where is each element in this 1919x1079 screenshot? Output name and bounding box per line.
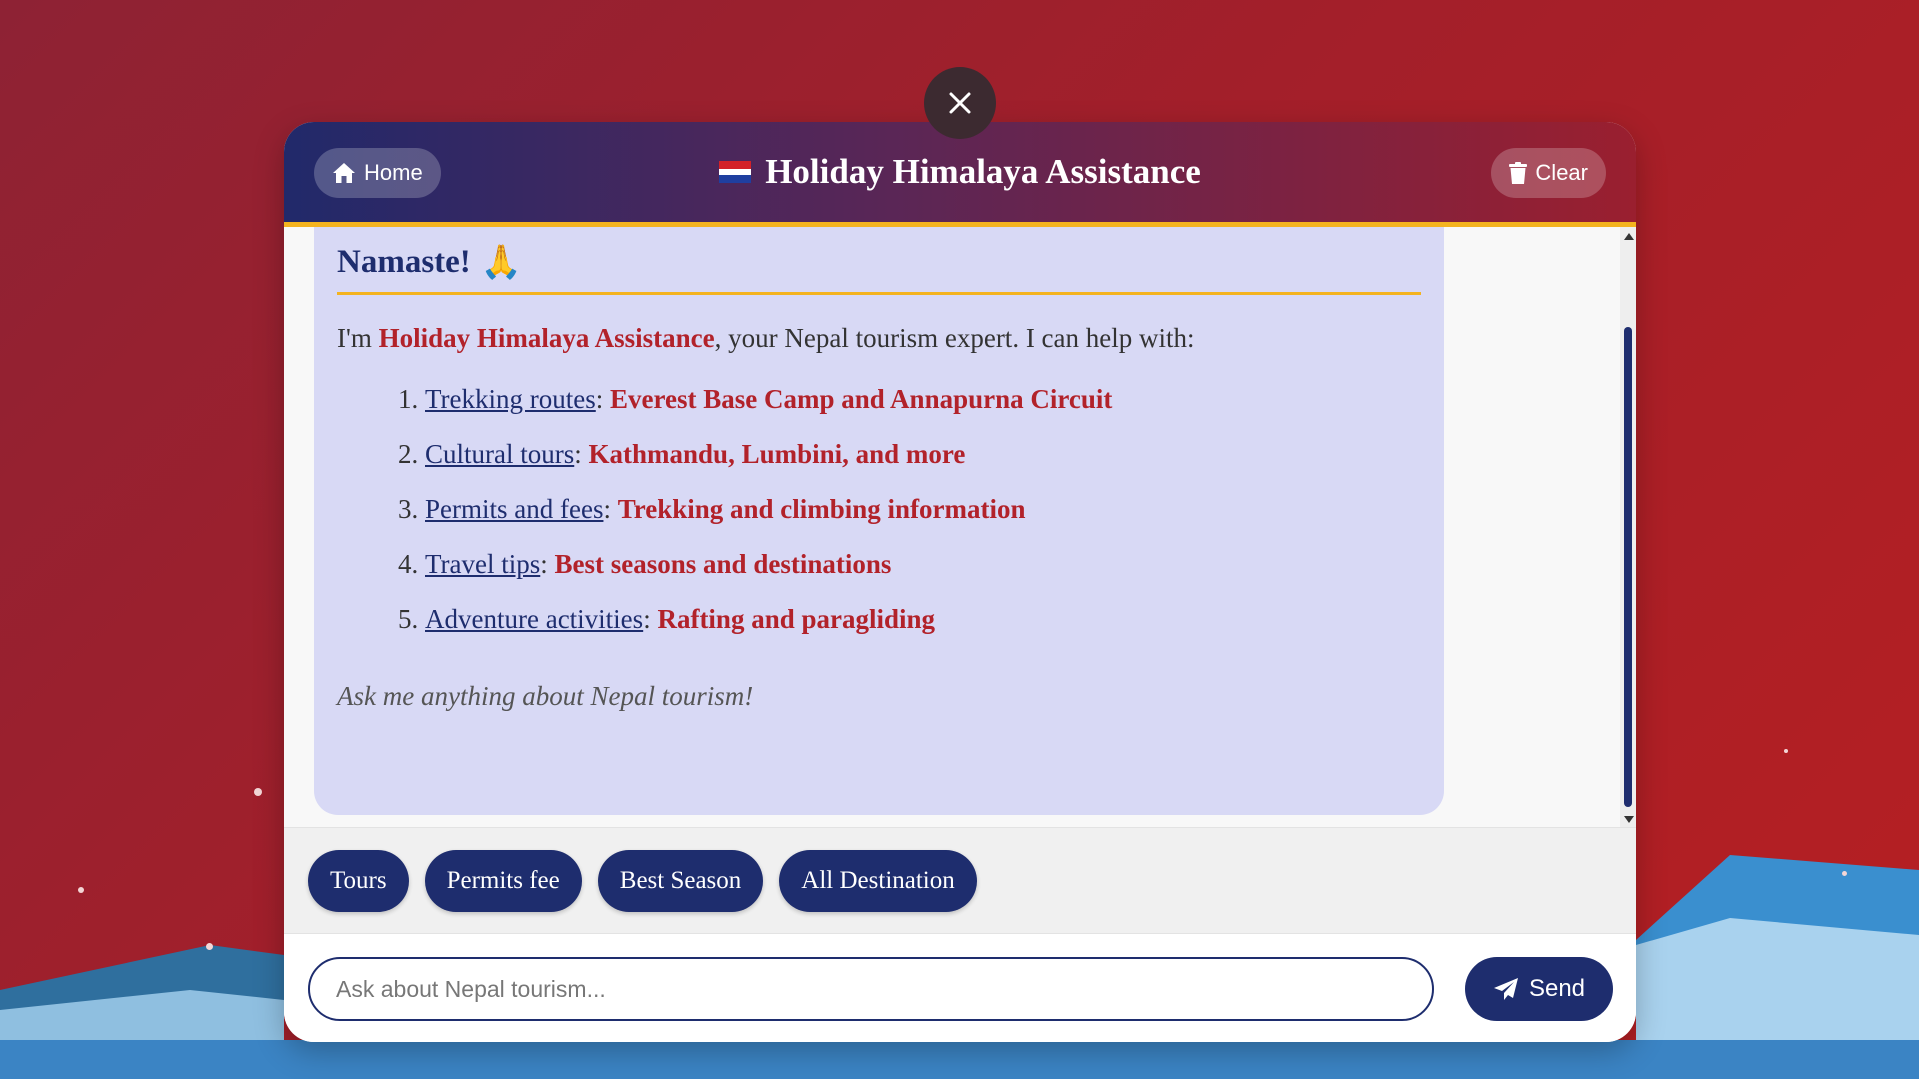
topic-link[interactable]: Cultural tours (425, 439, 574, 469)
star (206, 943, 213, 950)
send-label: Send (1528, 975, 1586, 1002)
topic-detail: Everest Base Camp and Annapurna Circuit (610, 384, 1113, 414)
greeting-heading: Namaste! 🙏 (337, 243, 1420, 282)
greeting-text: Namaste! (337, 244, 471, 280)
page-title: Holiday Himalaya Assistance (765, 152, 1201, 191)
divider (337, 292, 1421, 295)
star (1842, 871, 1847, 876)
topic-detail: Kathmandu, Lumbini, and more (588, 439, 966, 469)
quick-replies: Tours Permits fee Best Season All Destin… (284, 827, 1636, 933)
paper-plane-icon (1493, 978, 1518, 1000)
topic-link[interactable]: Travel tips (425, 549, 540, 579)
close-button[interactable] (924, 67, 996, 139)
praying-hands-icon: 🙏 (480, 245, 522, 281)
topic-link[interactable]: Trekking routes (425, 384, 596, 414)
send-button[interactable]: Send (1465, 957, 1613, 1021)
chat-window: Home Holiday Himalaya Assistance Clear N… (284, 122, 1636, 1042)
close-icon (949, 92, 971, 114)
star (78, 887, 84, 893)
quick-reply-tours[interactable]: Tours (308, 849, 409, 912)
chat-messages[interactable]: Namaste! 🙏 I'm Holiday Himalaya Assistan… (284, 227, 1636, 827)
scroll-up-arrow-icon[interactable] (1624, 233, 1634, 240)
list-item: Trekking routes: Everest Base Camp and A… (425, 384, 1420, 439)
topic-link[interactable]: Adventure activities (425, 604, 643, 634)
quick-reply-all-destination[interactable]: All Destination (779, 849, 977, 912)
brand-name: Holiday Himalaya Assistance (378, 323, 715, 353)
star (254, 788, 262, 796)
scrollbar-thumb[interactable] (1624, 327, 1632, 807)
list-item: Cultural tours: Kathmandu, Lumbini, and … (425, 439, 1420, 494)
services-list: Trekking routes: Everest Base Camp and A… (337, 384, 1420, 659)
quick-reply-permits-fee[interactable]: Permits fee (424, 849, 582, 912)
outro-text: Ask me anything about Nepal tourism! (337, 681, 754, 711)
message-input[interactable] (308, 957, 1434, 1021)
quick-reply-best-season[interactable]: Best Season (597, 849, 764, 912)
trash-icon (1509, 162, 1528, 184)
topic-detail: Best seasons and destinations (554, 549, 892, 579)
scroll-down-arrow-icon[interactable] (1624, 816, 1634, 823)
topic-detail: Trekking and climbing information (617, 494, 1026, 524)
topic-link[interactable]: Permits and fees (425, 494, 603, 524)
chat-scrollbar[interactable] (1620, 227, 1636, 827)
clear-label: Clear (1535, 160, 1588, 185)
topic-detail: Rafting and paragliding (657, 604, 936, 634)
flag-icon (719, 161, 752, 183)
intro-text: I'm Holiday Himalaya Assistance, your Ne… (337, 323, 1195, 353)
clear-button[interactable]: Clear (1491, 148, 1606, 198)
star (1784, 749, 1788, 753)
list-item: Permits and fees: Trekking and climbing … (425, 494, 1420, 549)
input-bar: Send (284, 933, 1636, 1042)
list-item: Travel tips: Best seasons and destinatio… (425, 549, 1420, 604)
list-item: Adventure activities: Rafting and paragl… (425, 604, 1420, 659)
assistant-message: Namaste! 🙏 I'm Holiday Himalaya Assistan… (314, 227, 1444, 815)
